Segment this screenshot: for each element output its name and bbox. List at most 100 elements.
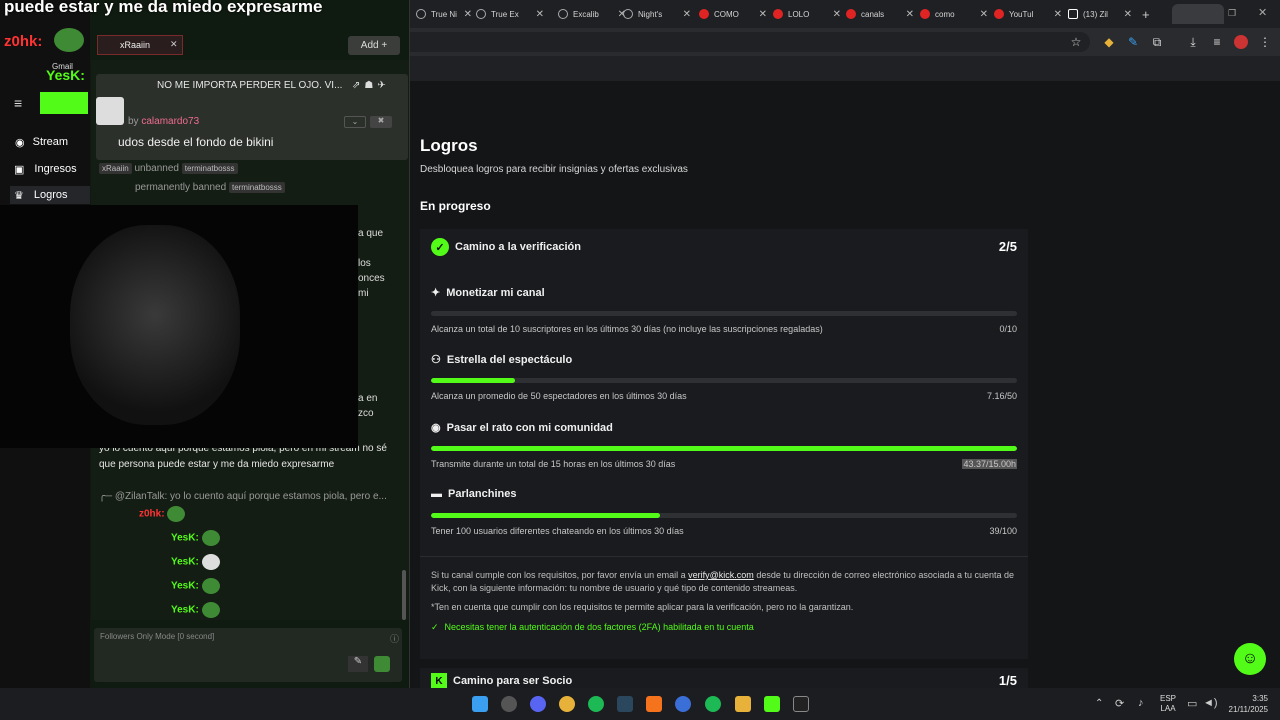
achievement-description: Alcanza un total de 10 suscriptores en l… xyxy=(431,324,823,334)
achievement-title: ✦ Monetizar mi canal xyxy=(431,286,545,300)
nav-logros[interactable]: ♛ Logros xyxy=(14,189,68,202)
overlay-title: puede estar y me da miedo expresarme xyxy=(4,0,323,16)
clock[interactable]: 3:35 21/11/2025 xyxy=(1222,693,1268,715)
network-icon[interactable]: ▭ xyxy=(1187,697,1197,710)
emote-picker-icon[interactable] xyxy=(374,656,390,672)
sync-icon[interactable]: ⟳ xyxy=(1115,697,1124,710)
folder-icon[interactable] xyxy=(735,696,751,712)
volume-icon[interactable]: ◄) xyxy=(1203,697,1218,709)
maximize-icon[interactable]: ❐ xyxy=(1228,8,1236,19)
pepe-emote xyxy=(201,602,220,618)
start-icon[interactable] xyxy=(472,696,488,712)
browser-tab[interactable]: True Ex ✕ xyxy=(470,4,544,24)
mod-event: xRaaiin unbanned terminatbosss xyxy=(99,161,399,177)
browser-tab[interactable]: YouTul ✕ xyxy=(988,4,1062,24)
disclaimer-note: *Ten en cuenta que cumplir con los requi… xyxy=(431,602,854,612)
chat-input-placeholder: Followers Only Mode [0 second] xyxy=(100,632,215,641)
add-button[interactable]: Add + xyxy=(348,36,400,55)
chat-fragment: a en zco xyxy=(358,393,378,419)
close-icon[interactable]: ✕ xyxy=(980,9,988,20)
star-icon[interactable]: ☆ xyxy=(1069,35,1083,49)
globe-icon xyxy=(623,9,633,19)
globe-icon xyxy=(416,9,426,19)
broadcast-icon: ◉ xyxy=(431,422,441,434)
achievement-value: 43.37/15.00h xyxy=(962,459,1017,469)
browser-tab[interactable]: (13) Zil ✕ xyxy=(1062,4,1132,24)
chat-message: YesK: xyxy=(99,602,399,619)
chrome-icon[interactable] xyxy=(559,696,575,712)
menu-list-icon[interactable]: ≡ xyxy=(1210,35,1224,49)
translate-icon[interactable]: ✎ xyxy=(1126,35,1140,49)
streamer-figure xyxy=(70,225,240,425)
puzzle-icon[interactable]: ⧉ xyxy=(1150,35,1164,49)
browser-tab[interactable]: LOLO ✕ xyxy=(767,4,841,24)
achievement-title: ⚇ Estrella del espectáculo xyxy=(431,353,573,367)
close-icon[interactable]: ✕ xyxy=(1124,9,1132,20)
extension-icon[interactable]: ◆ xyxy=(1102,35,1116,49)
chat-icon: ▬ xyxy=(431,488,442,500)
active-tab[interactable] xyxy=(1172,4,1224,24)
chat-message: YesK: xyxy=(99,530,399,547)
path-partner-title[interactable]: K Camino para ser Socio xyxy=(431,673,572,689)
app-icon[interactable] xyxy=(501,696,517,712)
new-tab-button[interactable]: + xyxy=(1136,4,1150,24)
pinned-text: udos desde el fondo de bikini xyxy=(118,135,274,149)
profile-avatar[interactable] xyxy=(1234,35,1248,49)
browser-tab[interactable]: Night's ✕ xyxy=(617,4,691,24)
close-icon[interactable]: ✕ xyxy=(683,9,691,20)
browser-tab[interactable]: True Ni ✕ xyxy=(410,4,472,24)
chat-message: YesK: xyxy=(99,554,399,571)
chevron-down-icon[interactable]: ⌄ xyxy=(344,116,366,128)
steam-icon[interactable] xyxy=(617,696,633,712)
epic-games-icon[interactable] xyxy=(793,696,809,712)
divider xyxy=(420,556,1028,557)
microphone-icon[interactable]: ♪ xyxy=(1138,697,1144,709)
browser-tab[interactable]: como ✕ xyxy=(914,4,988,24)
support-chat-button[interactable]: ☺ xyxy=(1234,643,1266,675)
chevron-up-icon[interactable]: ⌃ xyxy=(1095,698,1103,709)
verification-note: Si tu canal cumple con los requisitos, p… xyxy=(431,570,1014,593)
info-icon[interactable]: ⓘ xyxy=(390,632,399,645)
kebab-menu-icon[interactable]: ⋮ xyxy=(1258,35,1272,49)
download-icon[interactable]: ⤓ xyxy=(1186,35,1200,49)
discord-icon[interactable] xyxy=(530,696,546,712)
close-icon[interactable]: ✕ xyxy=(536,9,544,20)
spotify-icon[interactable] xyxy=(588,696,604,712)
pepe-emote xyxy=(54,28,84,52)
pinned-avatar xyxy=(96,97,124,125)
close-icon[interactable]: ✕ xyxy=(1054,9,1062,20)
close-icon[interactable]: ✕ xyxy=(759,9,767,20)
browser-icon[interactable] xyxy=(675,696,691,712)
pin-actions[interactable]: ⇗☗✈ xyxy=(352,80,390,91)
language-indicator[interactable]: ESP LAA xyxy=(1160,694,1176,714)
close-icon[interactable]: ✕ xyxy=(170,39,178,50)
address-bar[interactable] xyxy=(400,32,1090,52)
spotify-icon[interactable] xyxy=(705,696,721,712)
page-subtitle: Desbloquea logros para recibir insignias… xyxy=(420,164,688,175)
path-verification-title[interactable]: ✓ Camino a la verificación xyxy=(431,238,581,256)
youtube-icon xyxy=(846,9,856,19)
translate-icon[interactable]: ✎ xyxy=(348,656,368,672)
achievement-description: Transmite durante un total de 15 horas e… xyxy=(431,459,676,469)
check-icon: ✓ xyxy=(431,622,439,632)
email-link[interactable]: verify@kick.com xyxy=(688,570,754,580)
unpin-icon[interactable]: ✖ xyxy=(370,116,392,128)
achievement-value: 39/100 xyxy=(989,526,1017,536)
hamburger-icon[interactable]: ≡ xyxy=(14,95,22,111)
chat-message: z0hk: xyxy=(99,506,399,523)
twofa-requirement: ✓ Necesitas tener la autenticación de dos… xyxy=(431,622,754,632)
broadcast-icon: ◉ xyxy=(15,137,25,149)
brave-icon[interactable] xyxy=(646,696,662,712)
browser-tab[interactable]: COMO ✕ xyxy=(693,4,767,24)
nav-ingresos[interactable]: ▣ Ingresos xyxy=(14,163,77,176)
youtube-icon xyxy=(920,9,930,19)
close-icon[interactable]: ✕ xyxy=(906,9,914,20)
kick-logo xyxy=(40,92,88,114)
browser-tab[interactable]: canals ✕ xyxy=(840,4,914,24)
close-window-icon[interactable]: ✕ xyxy=(1258,6,1267,19)
sparkle-icon: ✦ xyxy=(431,287,441,299)
nav-stream[interactable]: ◉ Stream xyxy=(15,136,68,149)
browser-tab[interactable]: Excalib ✕ xyxy=(552,4,626,24)
kick-icon[interactable] xyxy=(764,696,780,712)
chat-scrollbar[interactable] xyxy=(402,570,406,620)
